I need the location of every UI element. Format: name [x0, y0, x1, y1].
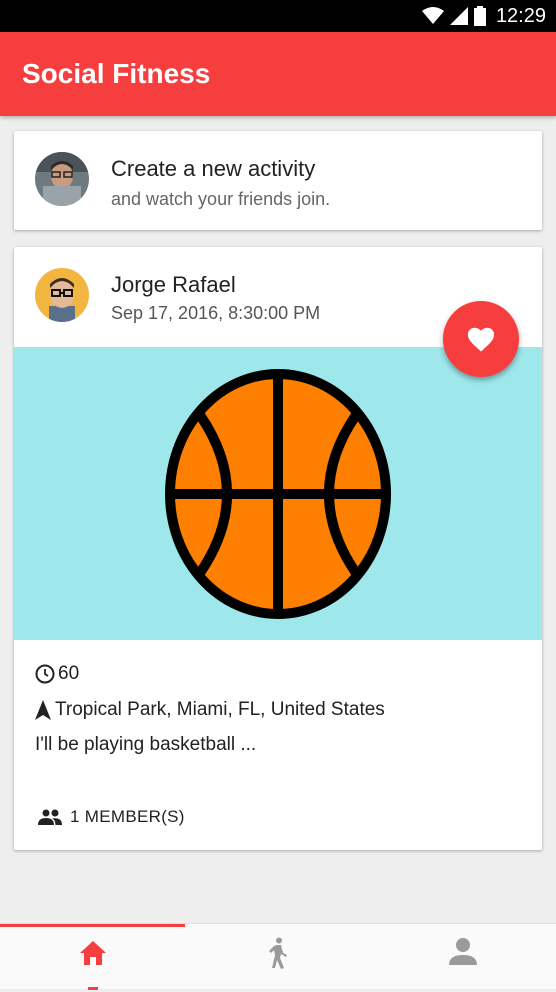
app-bar: Social Fitness — [0, 32, 556, 116]
nav-home[interactable] — [0, 924, 185, 992]
current-user-avatar — [35, 152, 89, 206]
group-icon — [38, 809, 62, 825]
person-icon — [448, 938, 477, 965]
user-avatar — [35, 268, 89, 322]
signal-icon — [449, 7, 468, 25]
duration-value: 60 — [58, 663, 80, 684]
active-indicator — [88, 987, 98, 990]
status-time: 12:29 — [495, 5, 546, 27]
create-activity-card[interactable]: Create a new activity and watch your fri… — [14, 131, 542, 230]
heart-icon — [467, 327, 495, 352]
basketball-icon — [165, 369, 391, 619]
nav-profile[interactable] — [370, 924, 555, 989]
status-bar: 12:29 — [0, 0, 556, 32]
members-label: 1 MEMBER(S) — [70, 807, 185, 826]
nav-activities[interactable] — [185, 924, 370, 989]
app-title: Social Fitness — [22, 58, 211, 89]
wifi-icon — [421, 7, 444, 24]
description-row: I'll be playing basketball ... — [35, 734, 256, 756]
navigation-arrow-icon — [35, 700, 51, 720]
location-row: Tropical Park, Miami, FL, United States — [35, 699, 385, 721]
battery-icon — [473, 6, 486, 26]
members-button[interactable]: 1 MEMBER(S) — [38, 807, 185, 827]
bottom-navigation — [0, 923, 556, 992]
activity-card[interactable]: Jorge Rafael Sep 17, 2016, 8:30:00 PM 60… — [14, 247, 542, 850]
activity-image — [14, 347, 542, 640]
create-activity-subtitle: and watch your friends join. — [111, 189, 331, 209]
clock-icon — [35, 664, 55, 684]
duration-row: 60 — [35, 663, 79, 685]
create-activity-title: Create a new activity — [111, 156, 316, 181]
location-text: Tropical Park, Miami, FL, United States — [55, 699, 385, 720]
status-icons: 12:29 — [421, 5, 546, 27]
walking-icon — [268, 937, 287, 969]
description-text: I'll be playing basketball ... — [35, 734, 257, 755]
like-button[interactable] — [443, 301, 519, 377]
home-icon — [79, 941, 106, 965]
user-name: Jorge Rafael — [111, 272, 236, 297]
post-date: Sep 17, 2016, 8:30:00 PM — [111, 303, 321, 323]
